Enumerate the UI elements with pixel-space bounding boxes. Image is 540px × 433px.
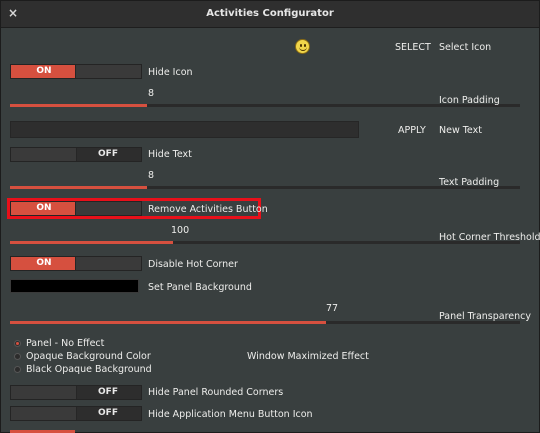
disable-hot-corner-switch[interactable]: ON — [10, 256, 142, 271]
icon-padding-label: Icon Padding — [439, 95, 500, 106]
hot-corner-threshold-label: Hot Corner Threshold — [439, 232, 540, 243]
text-padding-value: 8 — [148, 170, 155, 181]
icon-padding-value: 8 — [148, 88, 155, 99]
window-title: Activities Configurator — [206, 8, 334, 19]
hide-text-switch[interactable]: OFF — [10, 147, 142, 162]
hide-icon-switch-state: ON — [11, 65, 77, 78]
hide-icon-switch[interactable]: ON — [10, 64, 142, 79]
select-icon-button[interactable]: SELECT — [395, 42, 431, 53]
remove-activities-label: Remove Activities Button — [148, 204, 268, 215]
hide-rounded-corners-label: Hide Panel Rounded Corners — [148, 387, 284, 398]
switch-knob — [11, 407, 77, 420]
hide-app-menu-icon-switch[interactable]: OFF — [10, 406, 142, 421]
panel-transparency-label: Panel Transparency — [439, 311, 532, 322]
panel-transparency-value: 77 — [326, 303, 339, 314]
configurator-window: × Activities Configurator SELECT Select … — [0, 0, 540, 433]
switch-knob — [11, 386, 77, 399]
disable-hot-corner-switch-state: ON — [11, 257, 77, 270]
hide-rounded-corners-switch[interactable]: OFF — [10, 385, 142, 400]
radio-panel-no-effect-label: Panel - No Effect — [26, 338, 105, 349]
radio-black-opaque-background-label: Black Opaque Background — [26, 364, 152, 375]
switch-knob — [75, 202, 141, 215]
disable-hot-corner-label: Disable Hot Corner — [148, 259, 238, 270]
radio-black-opaque-background[interactable] — [14, 366, 21, 373]
hide-icon-label: Hide Icon — [148, 67, 193, 78]
window-maximized-effect-label: Window Maximized Effect — [247, 351, 369, 362]
remove-activities-switch[interactable]: ON — [10, 201, 142, 216]
select-icon-label: Select Icon — [439, 42, 492, 53]
smiley-face-icon — [295, 39, 310, 54]
next-slider-partial[interactable] — [10, 425, 520, 433]
new-text-input[interactable] — [10, 121, 359, 138]
panel-background-label: Set Panel Background — [148, 282, 252, 293]
switch-knob — [75, 65, 141, 78]
switch-knob — [75, 257, 141, 270]
hide-text-switch-state: OFF — [98, 149, 118, 159]
hot-corner-threshold-value: 100 — [171, 225, 190, 236]
hide-rounded-corners-switch-state: OFF — [98, 387, 118, 397]
apply-button[interactable]: APPLY — [398, 125, 426, 136]
title-bar: × Activities Configurator — [1, 1, 539, 28]
panel-background-color-button[interactable] — [10, 279, 139, 293]
hide-app-menu-icon-switch-state: OFF — [98, 408, 118, 418]
text-padding-label: Text Padding — [439, 177, 500, 188]
new-text-label: New Text — [439, 125, 482, 136]
hide-app-menu-icon-label: Hide Application Menu Button Icon — [148, 409, 313, 420]
radio-panel-no-effect[interactable] — [14, 340, 21, 347]
switch-knob — [11, 148, 77, 161]
remove-activities-switch-state: ON — [11, 202, 77, 215]
radio-opaque-background-color[interactable] — [14, 353, 21, 360]
hide-text-label: Hide Text — [148, 149, 192, 160]
radio-opaque-background-color-label: Opaque Background Color — [26, 351, 151, 362]
